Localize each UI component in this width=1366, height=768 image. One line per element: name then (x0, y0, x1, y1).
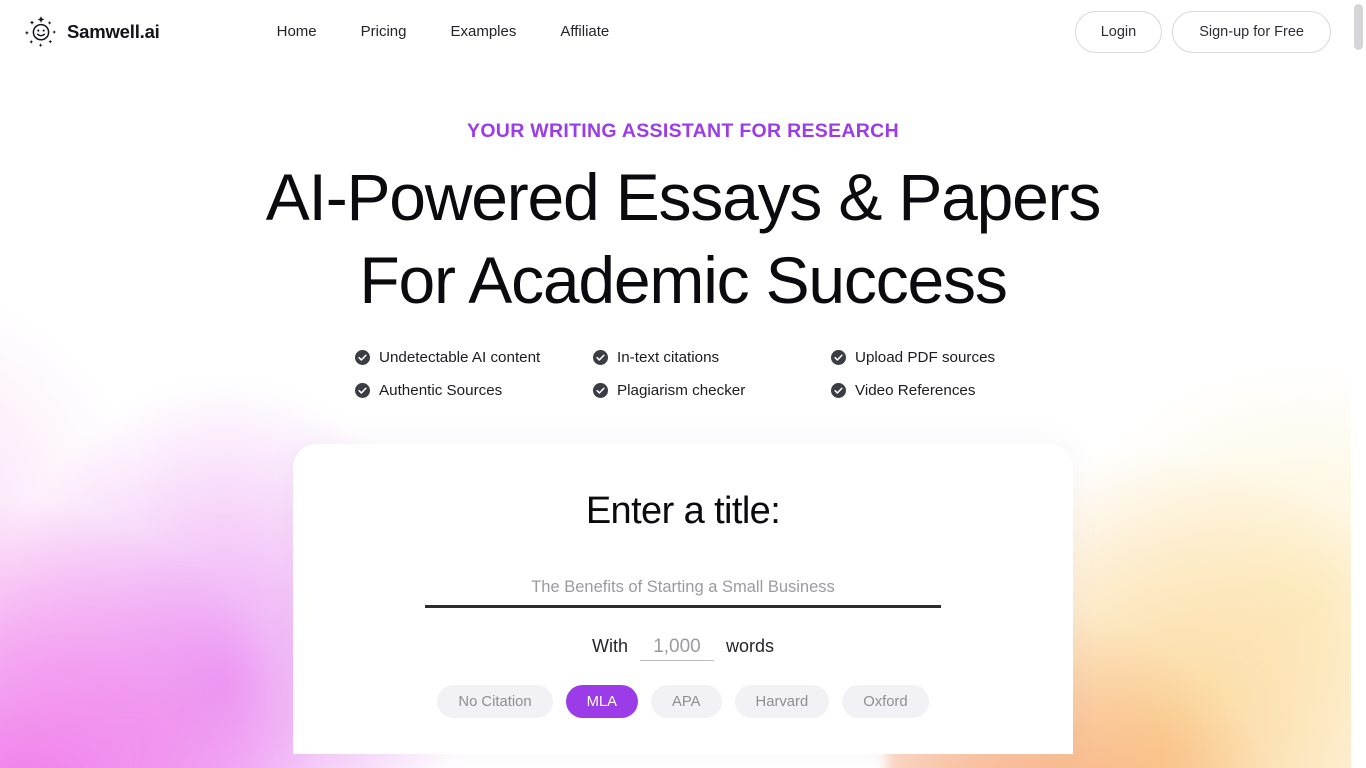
feature-item: Undetectable AI content (355, 349, 593, 366)
essay-title-input[interactable] (425, 578, 941, 597)
citation-chip-oxford[interactable]: Oxford (842, 685, 929, 718)
word-count-suffix-label: words (725, 636, 774, 656)
login-button[interactable]: Login (1074, 10, 1163, 53)
word-count-field (639, 636, 714, 661)
smiley-sparkle-icon (24, 15, 58, 49)
citation-style-selector: No Citation MLA APA Harvard Oxford (333, 685, 1033, 718)
headline-line-2: For Academic Success (359, 243, 1007, 317)
hero-eyebrow: YOUR WRITING ASSISTANT FOR RESEARCH (467, 120, 899, 142)
card-title: Enter a title: (585, 490, 781, 532)
essay-title-field (425, 578, 941, 608)
feature-label: Upload PDF sources (855, 349, 996, 366)
feature-item: Upload PDF sources (831, 349, 1015, 366)
brand-logo[interactable]: Samwell.ai (24, 15, 160, 49)
nav-item-home[interactable]: Home (255, 15, 339, 48)
check-circle-icon (355, 350, 370, 365)
citation-chip-apa[interactable]: APA (651, 685, 722, 718)
check-circle-icon (831, 383, 846, 398)
check-circle-icon (593, 350, 608, 365)
nav-item-examples[interactable]: Examples (428, 15, 538, 48)
feature-item: In-text citations (593, 349, 831, 366)
signup-button[interactable]: Sign-up for Free (1172, 10, 1331, 53)
feature-label: Plagiarism checker (617, 382, 746, 399)
page-title: AI-Powered Essays & Papers For Academic … (0, 156, 1366, 322)
brand-name: Samwell.ai (67, 20, 160, 42)
word-count-input[interactable] (639, 636, 714, 658)
page-scrollbar[interactable] (1351, 0, 1366, 768)
site-header: Samwell.ai Home Pricing Examples Affilia… (0, 0, 1366, 63)
feature-list: Undetectable AI content In-text citation… (353, 349, 1013, 399)
citation-chip-mla[interactable]: MLA (565, 685, 639, 718)
header-actions: Login Sign-up for Free (1074, 10, 1331, 53)
feature-item: Video References (831, 382, 1015, 399)
feature-item: Authentic Sources (355, 382, 593, 399)
check-circle-icon (355, 383, 370, 398)
word-count-prefix-label: With (591, 636, 628, 656)
feature-label: In-text citations (617, 349, 720, 366)
main-navigation: Home Pricing Examples Affiliate (255, 15, 632, 48)
citation-chip-harvard[interactable]: Harvard (734, 685, 830, 718)
feature-label: Video References (855, 382, 976, 399)
headline-line-1: AI-Powered Essays & Papers (265, 160, 1102, 234)
feature-item: Plagiarism checker (593, 382, 831, 399)
feature-label: Undetectable AI content (379, 349, 541, 366)
feature-label: Authentic Sources (379, 382, 503, 399)
check-circle-icon (593, 383, 608, 398)
nav-item-affiliate[interactable]: Affiliate (538, 15, 631, 48)
word-count-row: With words (333, 636, 1033, 661)
check-circle-icon (831, 350, 846, 365)
hero-section: YOUR WRITING ASSISTANT FOR RESEARCH AI-P… (0, 63, 1366, 322)
nav-item-pricing[interactable]: Pricing (339, 15, 429, 48)
citation-chip-no-citation[interactable]: No Citation (437, 685, 553, 718)
scrollbar-thumb[interactable] (1354, 4, 1363, 50)
essay-generator-card: Enter a title: With words No Citation ML… (293, 444, 1073, 754)
